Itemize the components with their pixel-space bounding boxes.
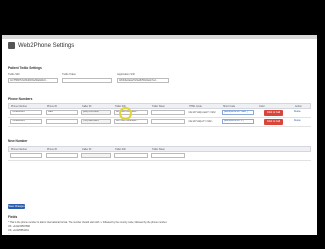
html-code: <div id="w2p-2"></div> xyxy=(188,120,213,123)
new-phone-id-input[interactable] xyxy=(46,153,78,158)
new-number-heading: New Number xyxy=(8,139,28,143)
table-row: 7188280025 (718) 828-0025 AC7f5f9f7b3c83… xyxy=(8,118,311,127)
phone-id-input[interactable]: main xyxy=(46,110,78,115)
twilio-token-input[interactable] xyxy=(151,119,185,124)
col-twilio-token: Twilio Token xyxy=(152,105,165,108)
new-phone-number-input[interactable] xyxy=(10,153,42,158)
fields-heading: Fields xyxy=(8,215,18,219)
phone-number-input[interactable]: 7188280025 xyxy=(10,119,42,124)
phone-number-input[interactable]: 7188280025 xyxy=(10,110,42,115)
page-title: Web2Phone Settings xyxy=(18,42,75,49)
example-more: ... xyxy=(8,232,10,235)
short-code-field[interactable]: [web2phone id="main"] xyxy=(222,110,254,115)
phone-id-input[interactable] xyxy=(46,119,78,124)
col-caller-id: Caller ID xyxy=(82,148,92,151)
col-twilio-token: Twilio Token xyxy=(152,148,165,151)
col-twilio-sid: Twilio SID xyxy=(115,148,126,151)
table-row: 7188280025 main (888) 555-0000 AC7f5f9f7… xyxy=(8,109,311,118)
twilio-sid-input[interactable]: AC7f5f9f7b3c83d81... xyxy=(114,119,148,124)
col-phone-number: Phone Number xyxy=(11,148,28,151)
application-sid-label: Application SID xyxy=(117,73,135,76)
col-color: Color xyxy=(259,105,265,108)
col-phone-id: Phone ID xyxy=(47,148,57,151)
admin-bar xyxy=(2,35,317,39)
twilio-sid-input[interactable]: AC7f5f9f7b3c83d81b5e86a9ddc0... xyxy=(8,78,58,83)
new-twilio-sid-input[interactable] xyxy=(114,153,148,158)
delete-link[interactable]: Delete xyxy=(294,111,301,113)
delete-link[interactable]: Delete xyxy=(294,120,301,122)
twilio-sid-label: Twilio SID xyxy=(8,73,20,76)
col-phone-id: Phone ID xyxy=(47,105,57,108)
example-us: US: +12125551234 xyxy=(8,229,29,232)
new-caller-id-select[interactable] xyxy=(81,153,111,158)
save-changes-button[interactable]: Save Changes xyxy=(8,204,25,209)
phone-numbers-heading: Phone Numbers xyxy=(8,97,33,101)
example-uk: UK: +441234567890 xyxy=(8,225,31,228)
application-sid-input[interactable]: AP2b9e6a4a73c9e8b5f0d1a3c7e2... xyxy=(117,78,169,83)
twilio-token-input[interactable] xyxy=(62,78,112,83)
click-to-call-button[interactable]: Click to Call xyxy=(264,119,283,125)
col-action: Action xyxy=(295,105,302,108)
settings-icon xyxy=(8,42,15,49)
col-phone-number: Phone Number xyxy=(11,105,28,108)
cursor-highlight xyxy=(119,107,132,120)
new-twilio-token-input[interactable] xyxy=(151,153,185,158)
short-code-field[interactable]: [web2phone id="2"] xyxy=(222,119,254,124)
col-short-code: Short Code xyxy=(223,105,236,108)
page-header: Web2Phone Settings xyxy=(8,42,74,49)
html-code: <div id="w2p-main"></div> xyxy=(188,111,217,114)
col-caller-id: Caller ID xyxy=(82,105,92,108)
new-number-row xyxy=(8,152,311,161)
settings-page: Web2Phone Settings Patient Twilio Settin… xyxy=(2,35,317,235)
patient-settings-heading: Patient Twilio Settings xyxy=(8,66,42,70)
caller-id-select[interactable]: (718) 828-0025 xyxy=(81,119,111,124)
caller-id-select[interactable]: (888) 555-0000 xyxy=(81,110,111,115)
click-to-call-button[interactable]: Click to Call xyxy=(264,110,283,116)
twilio-token-label: Twilio Token xyxy=(62,73,77,76)
fields-note: * This is the phone number to dial in in… xyxy=(8,221,168,224)
twilio-token-input[interactable] xyxy=(151,110,185,115)
col-html-code: HTML Code xyxy=(189,105,202,108)
